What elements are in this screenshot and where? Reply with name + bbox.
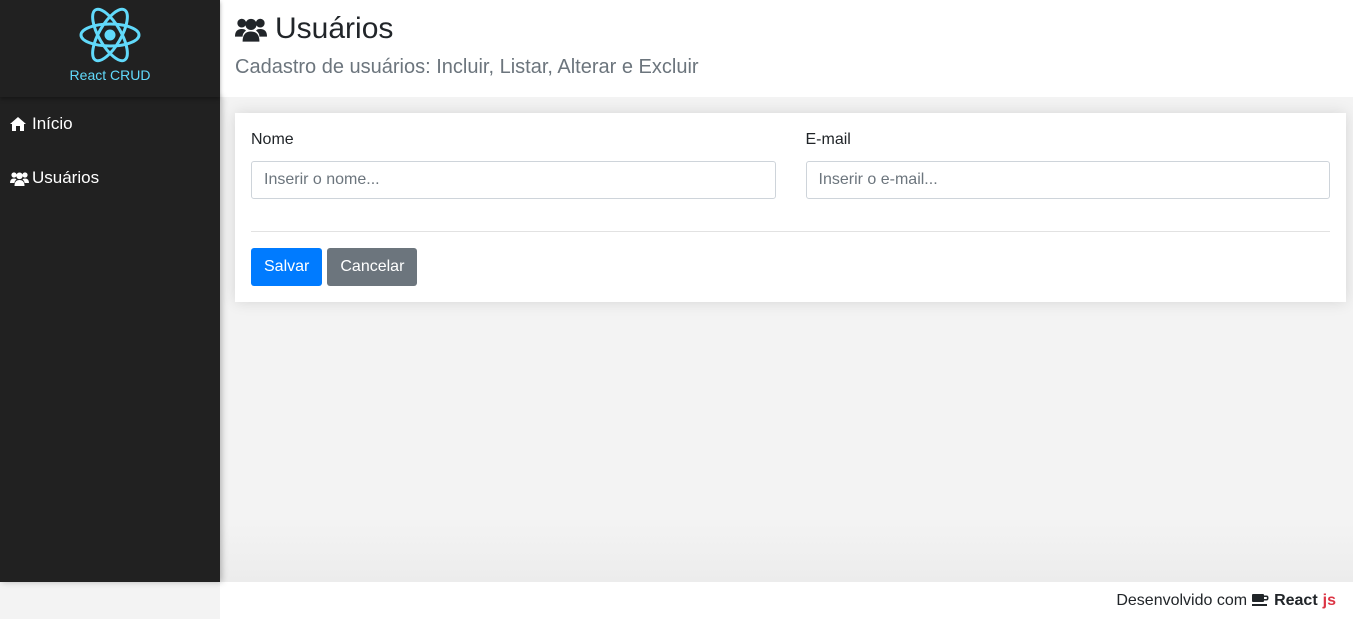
email-input[interactable] [805, 161, 1330, 199]
cancel-button[interactable]: Cancelar [327, 248, 418, 286]
users-icon [235, 16, 267, 42]
name-input[interactable] [251, 161, 776, 199]
sidebar-item-label: Usuários [32, 168, 100, 187]
page-title: Usuários [235, 12, 1353, 46]
user-form-card: Nome E-mail SalvarCancelar [235, 113, 1346, 302]
sidebar: Início Usuários [0, 97, 220, 582]
home-icon [10, 117, 30, 131]
form-row: Nome E-mail [251, 129, 1330, 199]
main-content: Nome E-mail SalvarCancelar [220, 97, 1353, 582]
sidebar-item-label: Início [32, 114, 73, 133]
users-icon [10, 171, 30, 186]
brand-name: React CRUD [69, 67, 151, 83]
save-button[interactable]: Salvar [251, 248, 323, 286]
logo-area[interactable]: React CRUD [0, 0, 220, 97]
page-title-text: Usuários [275, 12, 394, 45]
sidebar-item-usuarios[interactable]: Usuários [0, 151, 220, 205]
react-logo-icon [79, 6, 141, 64]
page-header: Usuários Cadastro de usuários: Incluir, … [220, 0, 1353, 97]
email-label: E-mail [805, 131, 851, 148]
coffee-icon [1252, 594, 1269, 607]
footer-js: js [1322, 591, 1336, 609]
form-divider [251, 231, 1330, 232]
page-subtitle: Cadastro de usuários: Incluir, Listar, A… [235, 56, 699, 78]
footer-react: React [1274, 591, 1318, 609]
name-group: Nome [251, 129, 776, 199]
footer: Desenvolvido com React js [220, 582, 1353, 619]
email-group: E-mail [805, 129, 1330, 199]
sidebar-item-inicio[interactable]: Início [0, 97, 220, 151]
footer-prefix: Desenvolvido com [1116, 591, 1248, 609]
name-label: Nome [251, 131, 294, 148]
